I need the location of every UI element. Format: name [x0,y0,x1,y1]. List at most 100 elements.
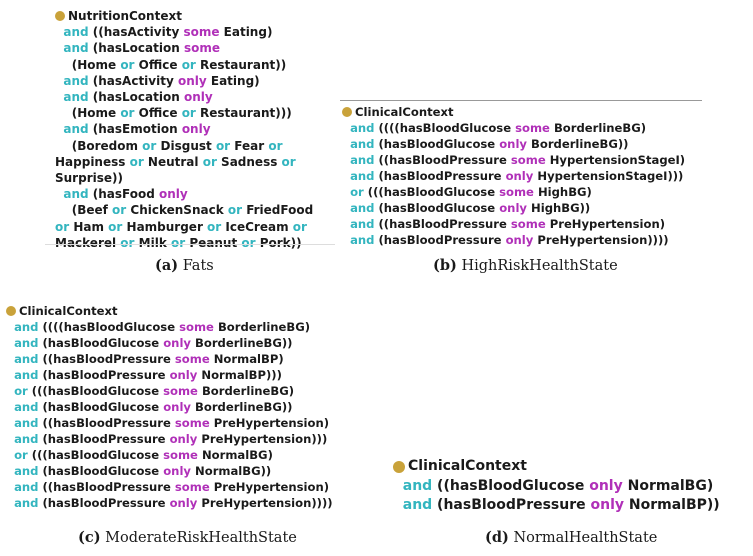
keyword-some: some [163,448,198,462]
expression-text: (Beef [55,203,113,218]
panel-normal-expression: ClinicalContext and ((hasBloodGlucose on… [393,457,720,516]
keyword-some: some [183,41,220,56]
expression-text: (hasBloodPressure [432,497,591,513]
expression-text: Sadness [216,154,282,169]
expression-line: and (hasEmotion only [55,121,313,137]
keyword-some: some [183,25,220,40]
expression-text: HypertensionStageI))) [533,169,684,183]
divider [340,100,702,101]
expression-text: Fear [230,138,269,153]
keyword-and: and [63,187,89,202]
expression-line: and (hasBloodPressure only PreHypertensi… [6,431,333,447]
expression-text: (hasLocation [88,90,184,105]
expression-text: ((hasActivity [88,25,184,40]
keyword-and: and [63,90,89,105]
keyword-and: and [63,41,89,56]
keyword-or: or [142,138,157,153]
expression-text: ((hasBloodGlucose [432,477,590,494]
expression-line: Mackerel or Milk or Peanut or Pork)) [55,235,313,251]
keyword-only: only [499,201,527,215]
expression-text: PreHypertension)))) [197,496,333,510]
expression-line: and (hasBloodPressure only NormalBP))) [6,367,333,383]
expression-line: (Boredom or Disgust or Fear or [55,138,313,154]
expression-text: Disgust [156,138,216,153]
keyword-or: or [202,154,217,169]
expression-text: ((hasBloodPressure [38,480,175,494]
expression-line: Happiness or Neutral or Sadness or [55,154,313,170]
caption-text: Fats [178,258,214,274]
expression-text [6,320,14,334]
expression-text: (((hasBloodGlucose [363,185,500,199]
panel-high-risk-expression: ClinicalContext and ((((hasBloodGlucose … [340,100,702,248]
expression-line: and ((hasBloodPressure some Hypertension… [342,152,685,168]
caption-fats: (a) Fats [155,257,214,274]
keyword-and: and [14,400,39,414]
expression-text [6,416,14,430]
expression-body: and ((hasBloodGlucose only NormalBG) and… [393,477,720,516]
divider [45,244,335,245]
keyword-or: or [227,203,243,218]
caption-label: (c) [78,529,101,546]
expression-text: BorderlineBG) [197,384,295,398]
expression-body: and ((hasActivity some Eating) and (hasL… [55,24,313,251]
expression-text: BorderlineBG)) [190,336,293,350]
expression-text [6,352,14,366]
expression-body: and ((((hasBloodGlucose some BorderlineB… [342,120,685,248]
expression-line: and (hasBloodPressure only PreHypertensi… [342,232,685,248]
keyword-some: some [174,480,210,494]
expression-text: Office [134,57,182,72]
keyword-some: some [510,217,546,231]
expression-text [6,480,14,494]
class-name: ClinicalContext [19,304,118,318]
expression-line: and (hasActivity only Eating) [55,73,313,89]
keyword-some: some [179,320,214,334]
keyword-and: and [14,416,39,430]
expression-text [393,497,403,513]
keyword-only: only [177,73,207,88]
expression-line: and (hasBloodGlucose only BorderlineBG)) [342,136,685,152]
expression-text: BorderlineBG)) [190,400,293,414]
keyword-only: only [183,90,213,105]
expression-text: ((hasBloodPressure [374,153,511,167]
expression-text: (hasBloodGlucose [374,137,500,151]
expression-text: Surprise)) [55,171,123,186]
keyword-some: some [174,416,210,430]
class-icon [55,11,65,22]
expression-text [342,233,350,247]
keyword-only: only [169,432,198,446]
expression-text [342,137,350,151]
expression-line: and (hasBloodPressure only PreHypertensi… [6,495,333,511]
expression-text: Milk [134,235,171,250]
expression-line: and (hasBloodPressure only NormalBP)) [393,496,720,516]
expression-line: and (hasBloodGlucose only BorderlineBG)) [6,399,333,415]
keyword-and: and [402,477,433,494]
keyword-and: and [14,320,39,334]
keyword-or: or [181,57,196,72]
expression-line: (Home or Office or Restaurant))) [55,105,313,121]
expression-text [6,496,14,510]
keyword-or: or [120,235,135,250]
expression-line: and ((hasBloodPressure some PreHypertens… [6,479,333,495]
caption-high-risk: (b) HighRiskHealthState [433,257,618,274]
expression-line: and ((((hasBloodGlucose some BorderlineB… [342,120,685,136]
keyword-or: or [292,219,307,234]
caption-text: NormalHealthState [508,530,658,546]
expression-line: and ((hasBloodPressure some PreHypertens… [342,216,685,232]
expression-line: or Ham or Hamburger or IceCream or [55,219,313,235]
keyword-or: or [350,185,364,199]
expression-text: Pork)) [255,235,302,250]
keyword-and: and [350,201,375,215]
keyword-and: and [14,496,39,510]
expression-text: ((hasBloodPressure [38,416,175,430]
keyword-and: and [14,432,39,446]
keyword-or: or [120,57,135,72]
caption-text: HighRiskHealthState [456,258,618,274]
expression-text [6,400,14,414]
expression-text [393,478,403,494]
expression-text: BorderlineBG)) [526,137,629,151]
keyword-only: only [169,368,198,382]
keyword-some: some [174,352,210,366]
expression-text: (hasBloodPressure [38,432,170,446]
expression-line: Surprise)) [55,170,313,186]
expression-line: and (hasBloodPressure only HypertensionS… [342,168,685,184]
